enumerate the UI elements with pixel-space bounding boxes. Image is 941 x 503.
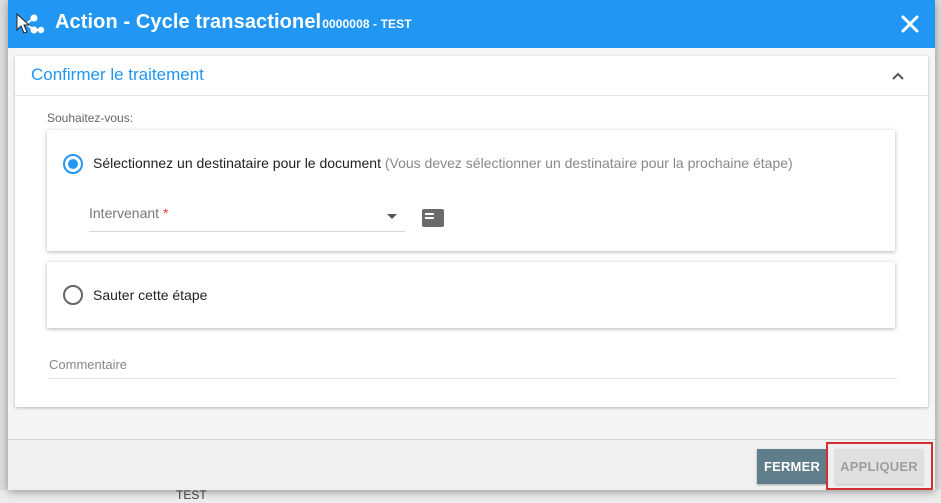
intervenant-select[interactable]: Intervenant * [89, 202, 405, 232]
option-label-text: Sélectionnez un destinataire pour le doc… [93, 155, 381, 171]
workflow-icon [16, 12, 46, 38]
intervenant-label-text: Intervenant [89, 205, 160, 221]
close-icon[interactable] [899, 13, 921, 35]
option-card-skip-step: Sauter cette étape [47, 262, 895, 328]
option-label-skip-step[interactable]: Sauter cette étape [93, 287, 207, 303]
dialog-title-main: Action - Cycle transactionel [55, 11, 322, 33]
intervenant-label: Intervenant * [89, 205, 168, 221]
dialog-footer: FERMER APPLIQUER [8, 439, 935, 490]
radio-skip-step[interactable] [63, 285, 83, 305]
background-page-edge [0, 0, 8, 503]
dropdown-arrow-icon[interactable] [387, 214, 397, 219]
dialog-content: Confirmer le traitement Souhaitez-vous: … [15, 56, 928, 407]
close-button[interactable]: FERMER [757, 449, 827, 484]
radio-select-recipient[interactable] [63, 154, 83, 174]
option-card-select-recipient: Sélectionnez un destinataire pour le doc… [47, 130, 895, 251]
action-dialog: Action - Cycle transactionel0000008 - TE… [8, 0, 935, 490]
dialog-title-sub: 0000008 - TEST [322, 17, 412, 31]
apply-button[interactable]: APPLIQUER [835, 449, 923, 484]
panel-title: Confirmer le traitement [31, 65, 204, 84]
comment-field[interactable]: Commentaire [49, 354, 897, 379]
background-page-edge-right [935, 0, 941, 503]
chevron-up-icon[interactable] [890, 68, 906, 84]
comment-label: Commentaire [49, 357, 128, 372]
prompt-label: Souhaitez-vous: [47, 111, 134, 125]
dialog-title: Action - Cycle transactionel0000008 - TE… [55, 11, 412, 34]
background-page-bottom [0, 490, 941, 503]
list-card-icon[interactable] [421, 208, 445, 228]
required-mark: * [162, 205, 169, 221]
background-text: TEST [176, 488, 207, 502]
option-hint: (Vous devez sélectionner un destinataire… [384, 155, 793, 171]
panel-header[interactable]: Confirmer le traitement [15, 56, 928, 96]
dialog-titlebar: Action - Cycle transactionel0000008 - TE… [8, 0, 935, 48]
option-label-select-recipient[interactable]: Sélectionnez un destinataire pour le doc… [93, 155, 793, 171]
